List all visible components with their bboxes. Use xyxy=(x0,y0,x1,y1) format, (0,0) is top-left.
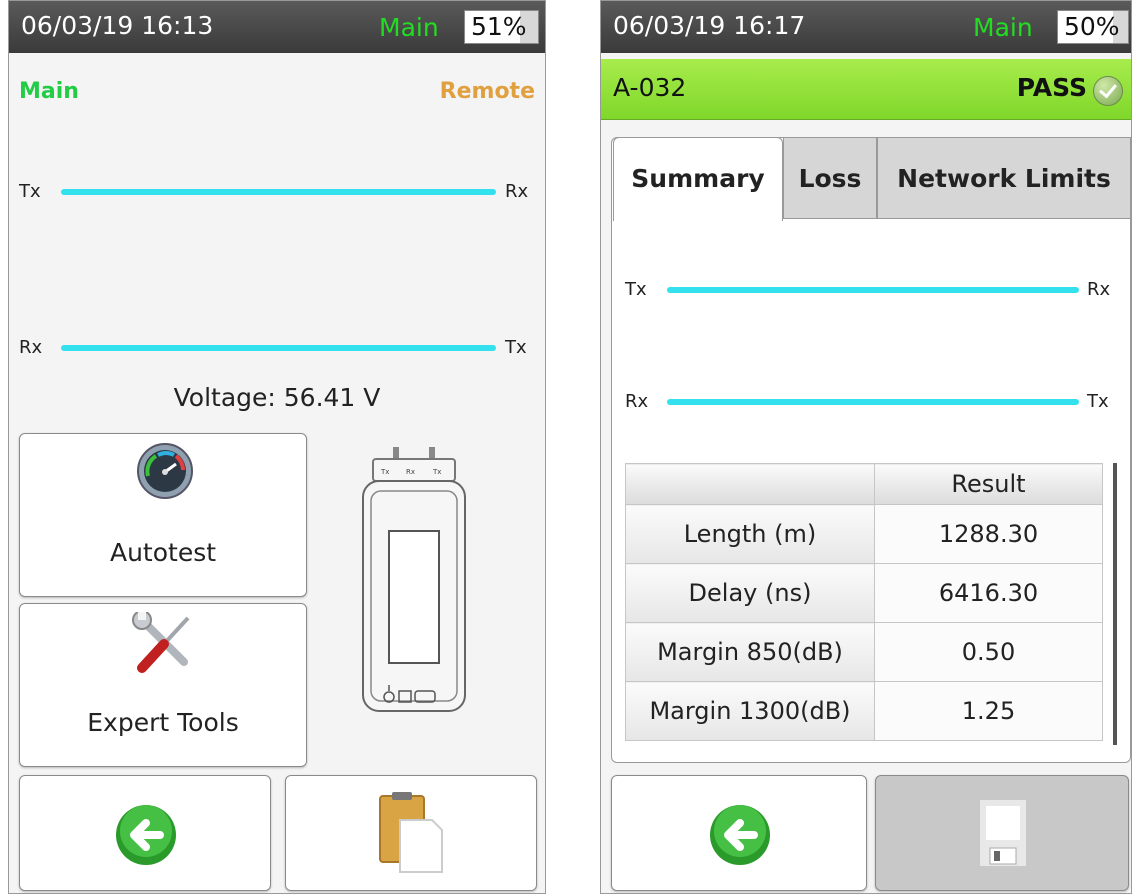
fiber-link-1: Tx Rx xyxy=(601,275,1131,305)
status-bar: 06/03/19 16:17 Main 50% xyxy=(601,1,1131,53)
save-icon xyxy=(980,800,1026,866)
back-arrow-icon xyxy=(710,805,770,865)
expert-tools-label: Expert Tools xyxy=(87,708,239,737)
autotest-button[interactable]: Autotest xyxy=(19,433,307,597)
results-table: Result Length (m) 1288.30 Delay (ns) 641… xyxy=(625,463,1103,741)
device-port-label: Rx xyxy=(406,468,415,476)
row-label: Length (m) xyxy=(625,504,875,564)
table-row: Delay (ns) 6416.30 xyxy=(625,563,1103,623)
table-scrollbar[interactable] xyxy=(1113,463,1117,745)
fiber-line xyxy=(61,189,496,195)
table-row: Margin 1300(dB) 1.25 xyxy=(625,681,1103,741)
remote-end-label: Remote xyxy=(439,79,535,104)
autotest-label: Autotest xyxy=(109,538,217,567)
table-row: Margin 850(dB) 0.50 xyxy=(625,622,1103,682)
status-time: 06/03/19 16:13 xyxy=(21,11,214,40)
clipboard-button[interactable] xyxy=(285,775,537,891)
status-bar: 06/03/19 16:13 Main 51% xyxy=(9,1,545,53)
device-port-label: Tx xyxy=(432,468,441,476)
fiber-left-label: Tx xyxy=(625,279,647,300)
fiber-right-label: Rx xyxy=(1087,279,1111,300)
save-button[interactable] xyxy=(875,775,1129,891)
back-button[interactable] xyxy=(611,775,867,891)
wrench-screwdriver-icon xyxy=(132,612,190,673)
fiber-right-label: Rx xyxy=(505,181,529,202)
fiber-id: A-032 xyxy=(613,73,687,102)
row-value: 0.50 xyxy=(874,622,1103,682)
tab-summary[interactable]: Summary xyxy=(613,137,783,221)
status-time: 06/03/19 16:17 xyxy=(613,11,806,40)
fiber-left-label: Rx xyxy=(625,391,649,412)
back-arrow-icon xyxy=(116,805,176,865)
check-icon xyxy=(1093,76,1123,106)
back-button[interactable] xyxy=(19,775,271,891)
row-value: 1288.30 xyxy=(874,504,1103,564)
test-result-bar: A-032 PASS xyxy=(601,59,1131,120)
row-label: Margin 850(dB) xyxy=(625,622,875,682)
right-screen: 06/03/19 16:17 Main 50% A-032 PASS Summa… xyxy=(600,0,1132,894)
left-screen: 06/03/19 16:13 Main 51% Main Remote Tx R… xyxy=(8,0,546,894)
fiber-link-2: Rx Tx xyxy=(601,387,1131,417)
fiber-left-label: Rx xyxy=(19,337,43,358)
row-value: 1.25 xyxy=(874,681,1103,741)
header-result: Result xyxy=(874,463,1103,505)
table-header: Result xyxy=(625,463,1103,505)
clipboard-icon xyxy=(379,792,443,873)
fiber-line xyxy=(667,399,1079,405)
battery-indicator: 50% xyxy=(1057,10,1129,44)
tester-device-icon: Tx Rx Tx xyxy=(362,447,466,712)
battery-percent: 51% xyxy=(471,12,527,41)
tab-network-limits[interactable]: Network Limits xyxy=(877,137,1131,219)
device-port-label: Tx xyxy=(380,468,389,476)
tab-loss[interactable]: Loss xyxy=(783,137,877,219)
row-label: Delay (ns) xyxy=(625,563,875,623)
fiber-link-2: Rx Tx xyxy=(9,333,545,363)
status-mode: Main xyxy=(973,13,1033,42)
battery-indicator: 51% xyxy=(464,10,539,44)
gauge-icon xyxy=(137,443,193,499)
fiber-right-label: Tx xyxy=(1087,391,1109,412)
fiber-left-label: Tx xyxy=(19,181,41,202)
tab-divider xyxy=(783,218,1131,219)
fiber-line xyxy=(61,345,496,351)
fiber-right-label: Tx xyxy=(505,337,527,358)
main-end-label: Main xyxy=(19,79,79,104)
table-row: Length (m) 1288.30 xyxy=(625,504,1103,564)
voltage-readout: Voltage: 56.41 V xyxy=(173,383,381,412)
row-value: 6416.30 xyxy=(874,563,1103,623)
battery-percent: 50% xyxy=(1064,12,1120,41)
row-label: Margin 1300(dB) xyxy=(625,681,875,741)
fiber-line xyxy=(667,287,1079,293)
expert-tools-button[interactable]: Expert Tools xyxy=(19,603,307,767)
fiber-link-1: Tx Rx xyxy=(9,177,545,207)
pass-status: PASS xyxy=(1016,73,1087,102)
header-empty xyxy=(625,463,875,505)
status-mode: Main xyxy=(379,13,439,42)
